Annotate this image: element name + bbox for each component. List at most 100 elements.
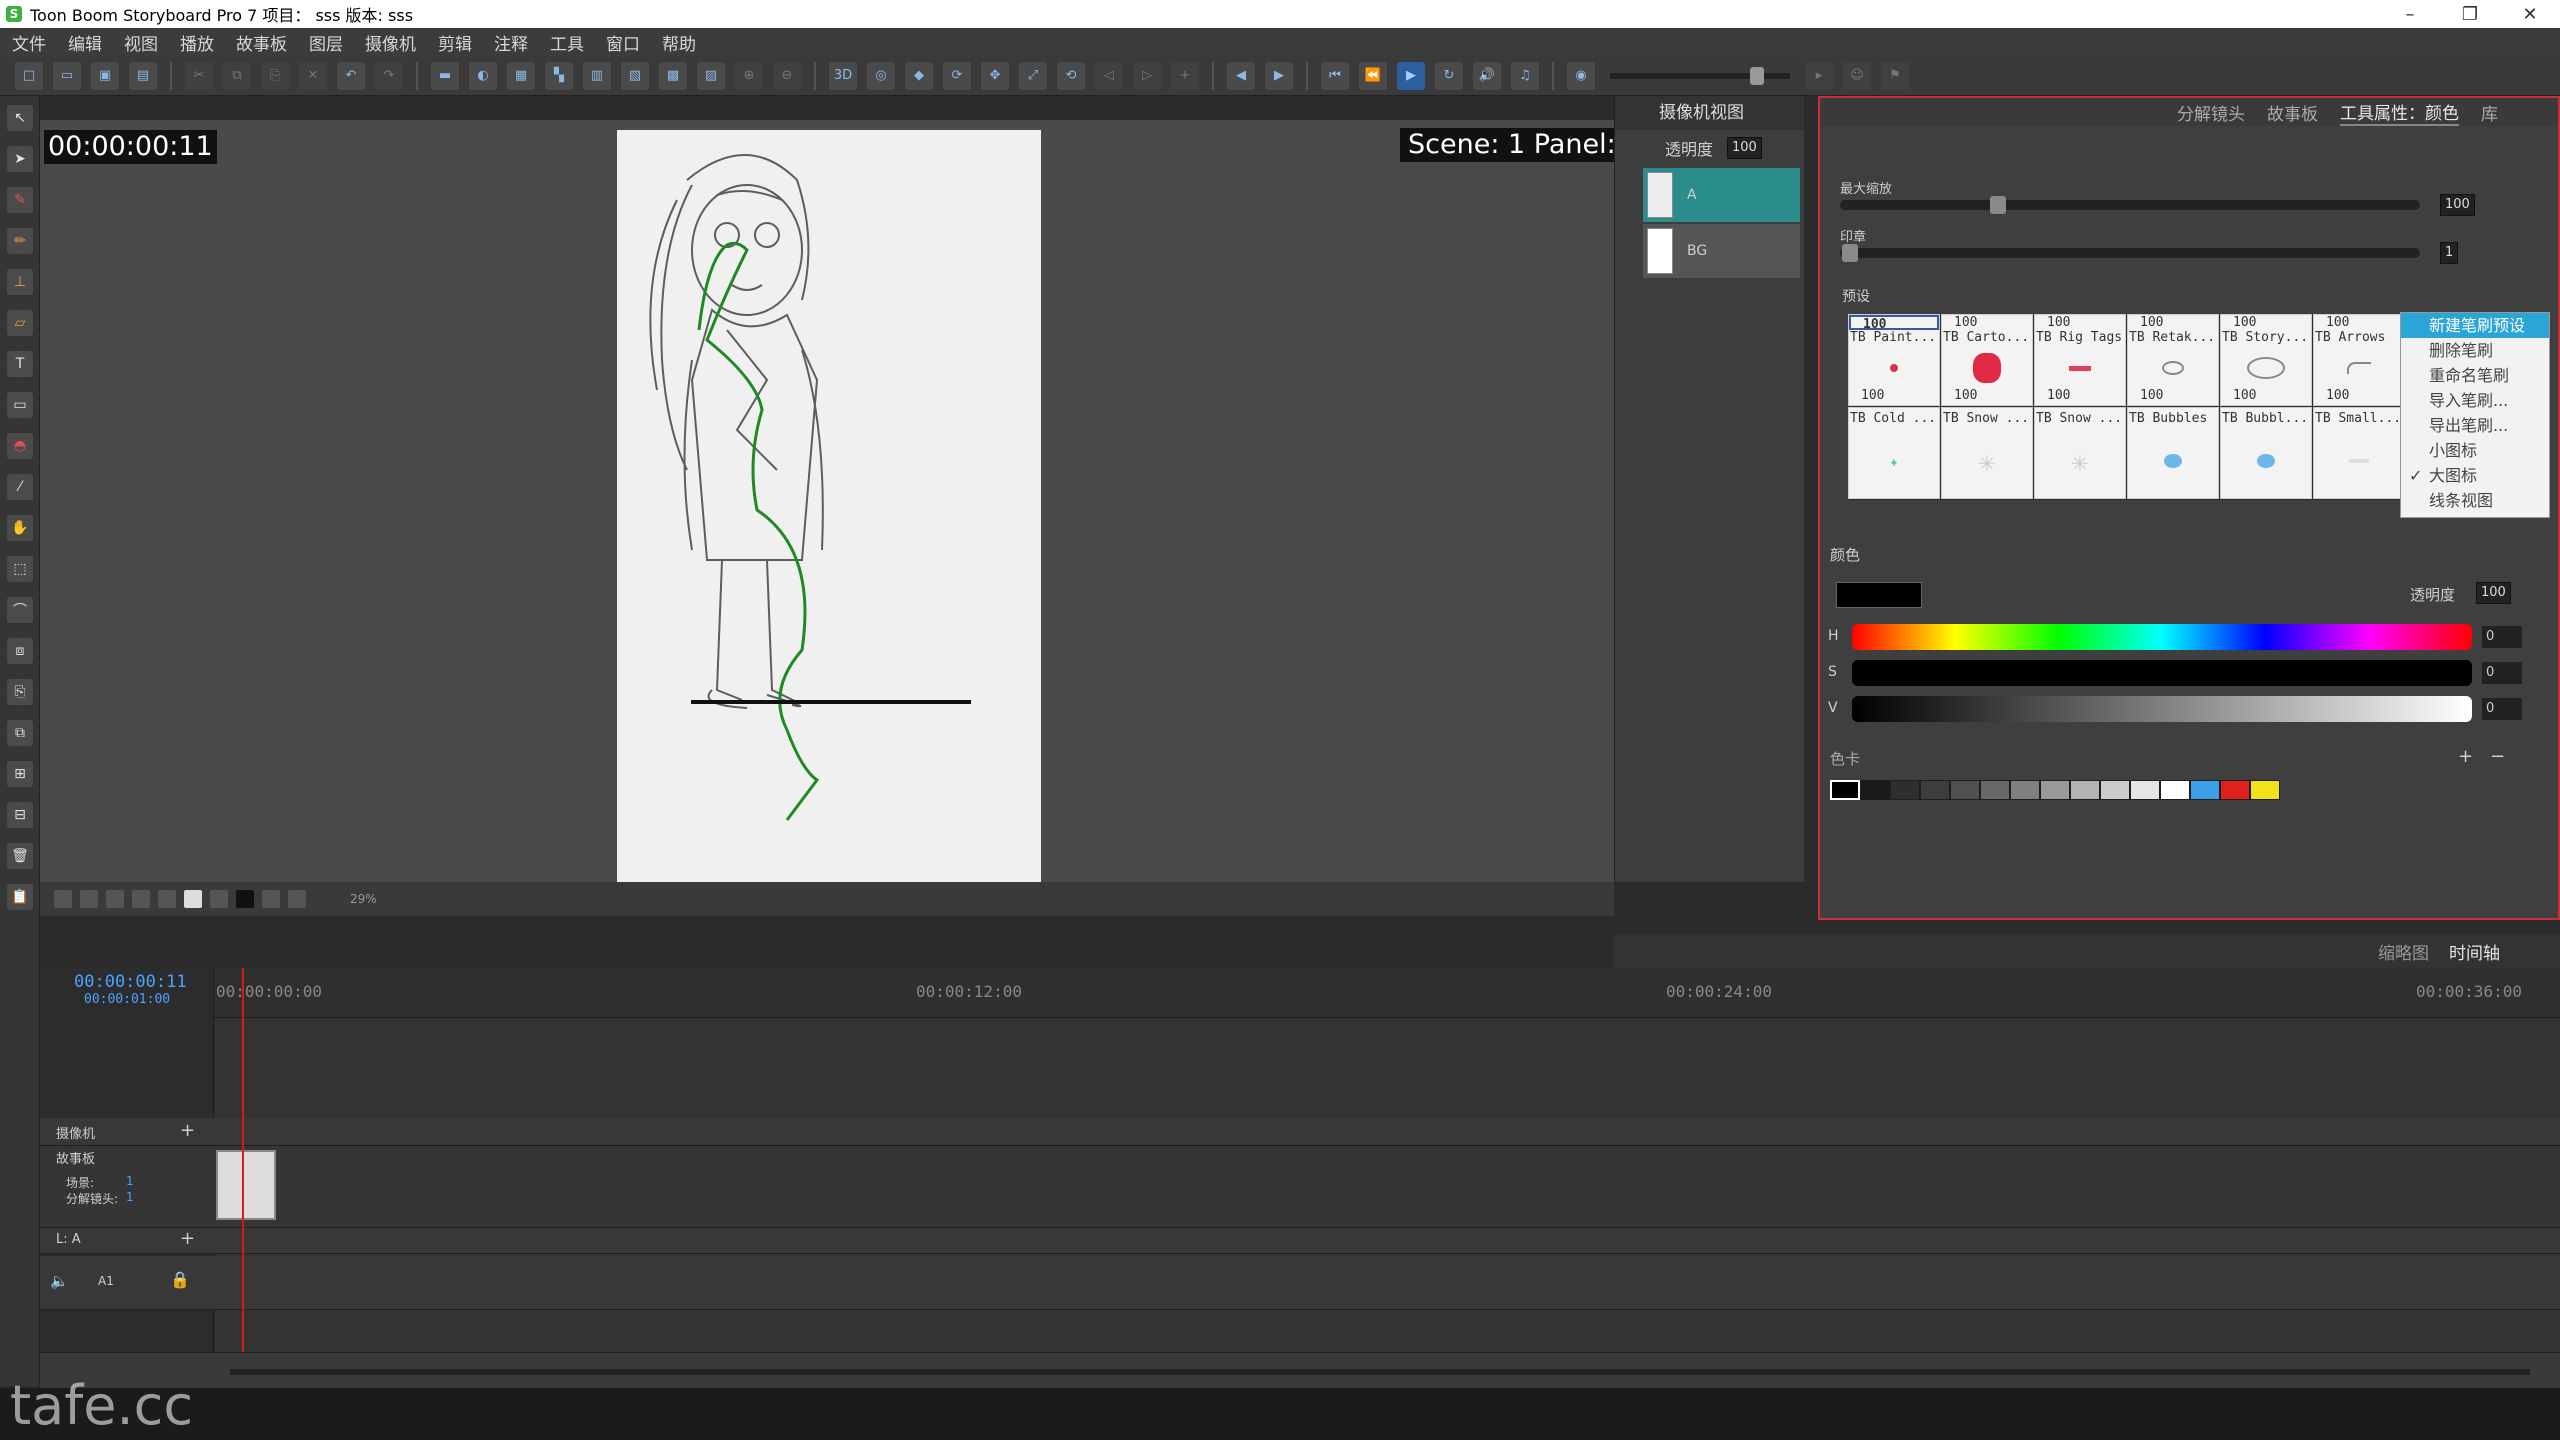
- preset-cell[interactable]: TB Snow ... ✳: [2034, 407, 2126, 499]
- text-tool-icon[interactable]: T: [7, 351, 33, 377]
- palette-swatch[interactable]: [1920, 780, 1950, 800]
- key-add-icon[interactable]: +: [1171, 61, 1199, 90]
- undo-icon[interactable]: ↶: [337, 61, 365, 90]
- tab-thumbnails[interactable]: 缩略图: [2378, 939, 2429, 964]
- add-camera-key-icon[interactable]: +: [180, 1120, 195, 1141]
- palette-swatch[interactable]: [2070, 780, 2100, 800]
- save-icon[interactable]: ▣: [91, 61, 119, 90]
- value-field[interactable]: 0: [2482, 698, 2522, 720]
- volume-slider-knob[interactable]: [1750, 66, 1764, 85]
- timeline-scrollbar[interactable]: [230, 1369, 2530, 1375]
- frame-toggle-icon[interactable]: [158, 890, 176, 908]
- layer-transform-icon[interactable]: ⧈: [7, 638, 33, 664]
- saturation-slider[interactable]: [1852, 660, 2472, 686]
- camera-icon[interactable]: ◎: [867, 61, 895, 90]
- user-icon[interactable]: ☺: [1843, 61, 1871, 90]
- menu-storyboard[interactable]: 故事板: [236, 30, 287, 55]
- menu-item-rename-brush[interactable]: 重命名笔刷: [2401, 363, 2549, 388]
- prev-frame-icon[interactable]: ⏪: [1359, 61, 1387, 90]
- hue-field[interactable]: 0: [2482, 626, 2522, 648]
- open-icon[interactable]: ▭: [53, 61, 81, 90]
- stamp-knob[interactable]: [1842, 244, 1858, 262]
- pan-icon[interactable]: ✥: [981, 61, 1009, 90]
- max-zoom-field[interactable]: 100: [2440, 194, 2475, 216]
- preset-cell[interactable]: 100 TB Retak... 100: [2127, 314, 2219, 406]
- grid-icon[interactable]: ▦: [507, 61, 535, 90]
- menu-file[interactable]: 文件: [12, 30, 46, 55]
- panel-icon[interactable]: ▥: [583, 61, 611, 90]
- onion-skin-icon[interactable]: ◐: [469, 61, 497, 90]
- aspect-icon[interactable]: [132, 890, 150, 908]
- hand-tool-icon[interactable]: ✋: [7, 515, 33, 541]
- audio-out-icon[interactable]: ▸: [1805, 61, 1833, 90]
- menu-annotation[interactable]: 注释: [494, 30, 528, 55]
- sound-scrub-icon[interactable]: ♫: [1511, 61, 1539, 90]
- preset-cell[interactable]: TB Snow ... ✳: [1941, 407, 2033, 499]
- palette-swatch[interactable]: [2250, 780, 2280, 800]
- preset-cell[interactable]: TB Cold ... ✦: [1848, 407, 1940, 499]
- palette-swatch[interactable]: [2220, 780, 2250, 800]
- preset-cell[interactable]: 100 TB Carto... 100: [1941, 314, 2033, 406]
- palette-swatch[interactable]: [1890, 780, 1920, 800]
- clipboard-icon[interactable]: 📋: [7, 884, 33, 910]
- palette-swatch[interactable]: [2040, 780, 2070, 800]
- menu-clip[interactable]: 剪辑: [438, 30, 472, 55]
- saturation-field[interactable]: 0: [2482, 662, 2522, 684]
- layer-row-a[interactable]: A: [1643, 168, 1800, 222]
- drawing-canvas[interactable]: [617, 130, 1041, 882]
- zoom-out-icon[interactable]: ⊖: [773, 61, 801, 90]
- close-button[interactable]: ✕: [2500, 0, 2560, 28]
- camera-tool-icon[interactable]: ⎘: [7, 679, 33, 705]
- palette-swatch[interactable]: [2010, 780, 2040, 800]
- toggle-icon[interactable]: ▬: [431, 61, 459, 90]
- palette-swatch[interactable]: [1980, 780, 2010, 800]
- play-icon[interactable]: ▶: [1397, 61, 1425, 90]
- stamp-field[interactable]: 1: [2440, 242, 2459, 264]
- paint-bucket-tool-icon[interactable]: ◓: [7, 433, 33, 459]
- grid-toggle-icon[interactable]: [54, 890, 72, 908]
- stamp-slider[interactable]: [1840, 248, 2420, 258]
- menu-edit[interactable]: 编辑: [68, 30, 102, 55]
- overscan-icon[interactable]: [106, 890, 124, 908]
- tab-panels[interactable]: 分解镜头: [2177, 100, 2245, 125]
- rotate-icon[interactable]: ⟳: [943, 61, 971, 90]
- cut-icon[interactable]: ✂: [185, 61, 213, 90]
- menu-play[interactable]: 播放: [180, 30, 214, 55]
- 3d-icon[interactable]: 3D: [829, 61, 857, 90]
- volume-slider[interactable]: [1610, 66, 1790, 85]
- delete-icon[interactable]: ✕: [299, 61, 327, 90]
- scale-icon[interactable]: ⤢: [1019, 61, 1047, 90]
- preset-cell[interactable]: TB Bubbl...: [2220, 407, 2312, 499]
- extra-icon[interactable]: ⚑: [1881, 61, 1909, 90]
- panel-thumbnail[interactable]: [216, 1150, 276, 1220]
- menu-item-line-view[interactable]: 线条视图: [2401, 488, 2549, 513]
- tile-icon[interactable]: ▩: [659, 61, 687, 90]
- loop-icon[interactable]: ↻: [1435, 61, 1463, 90]
- preview-icon[interactable]: [210, 890, 228, 908]
- menu-item-new-brush-preset[interactable]: 新建笔刷预设: [2401, 313, 2549, 338]
- preset-cell[interactable]: 100 TB Story... 100: [2220, 314, 2312, 406]
- key-prev-icon[interactable]: ◁: [1095, 61, 1123, 90]
- frame-icon[interactable]: ▨: [697, 61, 725, 90]
- menu-item-small-icons[interactable]: 小图标: [2401, 438, 2549, 463]
- keyframe-icon[interactable]: ◆: [905, 61, 933, 90]
- menu-window[interactable]: 窗口: [606, 30, 640, 55]
- layer-row-bg[interactable]: BG: [1643, 224, 1800, 278]
- rotate-view-icon[interactable]: [262, 890, 280, 908]
- hue-slider[interactable]: [1852, 624, 2472, 650]
- preset-cell[interactable]: TB Small...: [2313, 407, 2405, 499]
- tab-storyboard[interactable]: 故事板: [2267, 100, 2318, 125]
- palette-swatch[interactable]: [2160, 780, 2190, 800]
- preset-cell[interactable]: 100 TB Rig Tags 100: [2034, 314, 2126, 406]
- remove-swatch-icon[interactable]: −: [2490, 746, 2505, 767]
- add-swatch-icon[interactable]: +: [2458, 746, 2473, 767]
- save-as-icon[interactable]: ▤: [129, 61, 157, 90]
- eyedropper-tool-icon[interactable]: ⁄: [7, 474, 33, 500]
- new-panel-icon[interactable]: ⊞: [7, 761, 33, 787]
- safe-area-icon[interactable]: [80, 890, 98, 908]
- stamp-tool-icon[interactable]: ⊥: [7, 269, 33, 295]
- camera-mask-icon[interactable]: [184, 890, 202, 908]
- pencil-tool-icon[interactable]: ✏: [7, 228, 33, 254]
- current-color-swatch[interactable]: [1836, 582, 1922, 608]
- flip-view-icon[interactable]: [288, 890, 306, 908]
